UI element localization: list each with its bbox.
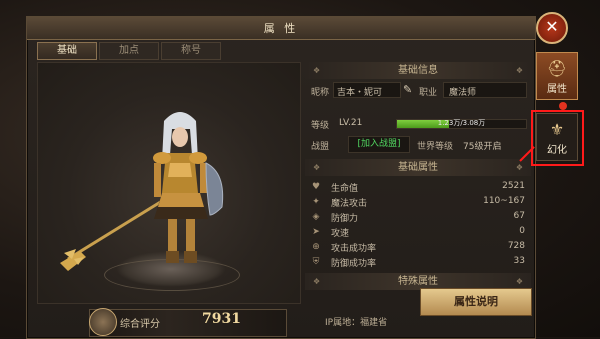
score-emblem-icon bbox=[89, 308, 117, 336]
stat-row: ✦ 魔法攻击 110~167 bbox=[311, 195, 529, 210]
xp-text: 1.23万/3.08万 bbox=[437, 119, 486, 127]
basic-attrs-header: ❖ 基础属性 ❖ bbox=[305, 159, 531, 176]
stat-value: 0 bbox=[519, 226, 525, 236]
basic-attrs-title: 基础属性 bbox=[398, 162, 438, 173]
chevron-left-icon: ❖ bbox=[313, 277, 321, 286]
join-team-button[interactable]: [加入战盟] bbox=[348, 136, 410, 153]
helmet-icon: ⛑ bbox=[546, 59, 568, 78]
tab-title[interactable]: 称号 bbox=[161, 42, 221, 60]
speed-icon: ➤ bbox=[312, 227, 320, 237]
stat-name: 魔法攻击 bbox=[331, 199, 368, 209]
highlight-box bbox=[531, 110, 584, 166]
nickname-label: 昵称 bbox=[311, 88, 330, 98]
chevron-left-icon: ❖ bbox=[313, 66, 321, 75]
stat-row: ♥ 生命值 2521 bbox=[311, 180, 529, 195]
stat-name: 生命值 bbox=[331, 184, 359, 194]
stat-row: ⛨ 防御成功率 33 bbox=[311, 255, 529, 270]
ip-location: IP属地：福建省 bbox=[325, 318, 388, 328]
chevron-right-icon: ❖ bbox=[515, 66, 523, 75]
info-column: ❖ 基础信息 ❖ 昵称 吉本・妮可 ✎ 职业 魔法师 等级 LV.21 1.23… bbox=[305, 62, 531, 290]
side-tab-attributes[interactable]: ⛑ 属性 bbox=[536, 52, 578, 100]
score-bar bbox=[89, 309, 287, 337]
stat-value: 110~167 bbox=[483, 196, 525, 206]
attribute-description-button[interactable]: 属性说明 bbox=[420, 288, 532, 316]
special-attrs-title: 特殊属性 bbox=[398, 276, 438, 287]
team-label: 战盟 bbox=[311, 142, 330, 152]
chevron-left-icon: ❖ bbox=[313, 163, 321, 172]
window-title: 属 性 bbox=[263, 22, 299, 35]
edit-pencil-icon[interactable]: ✎ bbox=[403, 83, 412, 96]
stat-value: 67 bbox=[513, 211, 525, 221]
tab-points[interactable]: 加点 bbox=[99, 42, 159, 60]
nickname-value: 吉本・妮可 bbox=[337, 88, 383, 98]
tab-basic[interactable]: 基础 bbox=[37, 42, 97, 60]
magic-icon: ✦ bbox=[312, 197, 320, 207]
job-label: 职业 bbox=[419, 88, 438, 98]
stat-name: 攻速 bbox=[331, 229, 350, 239]
stat-name: 防御成功率 bbox=[331, 259, 377, 269]
character-figure[interactable] bbox=[38, 63, 300, 303]
target-icon: ⊕ bbox=[312, 242, 320, 252]
basic-info-header: ❖ 基础信息 ❖ bbox=[305, 62, 531, 79]
job-value: 魔法师 bbox=[449, 88, 477, 98]
heart-icon: ♥ bbox=[311, 182, 321, 192]
stat-value: 33 bbox=[513, 256, 525, 266]
score-value: 7931 bbox=[202, 311, 241, 327]
title-bar: 属 性 bbox=[27, 17, 535, 40]
side-tab-label: 属性 bbox=[547, 84, 567, 95]
world-level-label: 世界等级 bbox=[417, 142, 454, 152]
level-value: LV.21 bbox=[339, 118, 363, 128]
stat-value: 2521 bbox=[502, 181, 525, 191]
world-level-value: 75级开启 bbox=[463, 142, 502, 152]
stat-name: 防御力 bbox=[331, 214, 359, 224]
close-icon[interactable]: ✕ bbox=[536, 12, 568, 44]
score-label: 综合评分 bbox=[120, 319, 160, 330]
stat-row: ◈ 防御力 67 bbox=[311, 210, 529, 225]
shield-icon: ◈ bbox=[312, 212, 320, 222]
level-label: 等级 bbox=[311, 121, 330, 131]
basic-info-title: 基础信息 bbox=[398, 65, 438, 76]
tab-bar: 基础 加点 称号 bbox=[37, 42, 221, 60]
notification-dot bbox=[559, 102, 567, 110]
guard-icon: ⛨ bbox=[312, 257, 320, 267]
stat-row: ⊕ 攻击成功率 728 bbox=[311, 240, 529, 255]
chevron-right-icon: ❖ bbox=[515, 163, 523, 172]
stat-name: 攻击成功率 bbox=[331, 244, 377, 254]
xp-bar: 1.23万/3.08万 bbox=[396, 119, 527, 129]
stat-row: ➤ 攻速 0 bbox=[311, 225, 529, 240]
character-showcase bbox=[37, 62, 301, 304]
stat-value: 728 bbox=[507, 241, 525, 251]
